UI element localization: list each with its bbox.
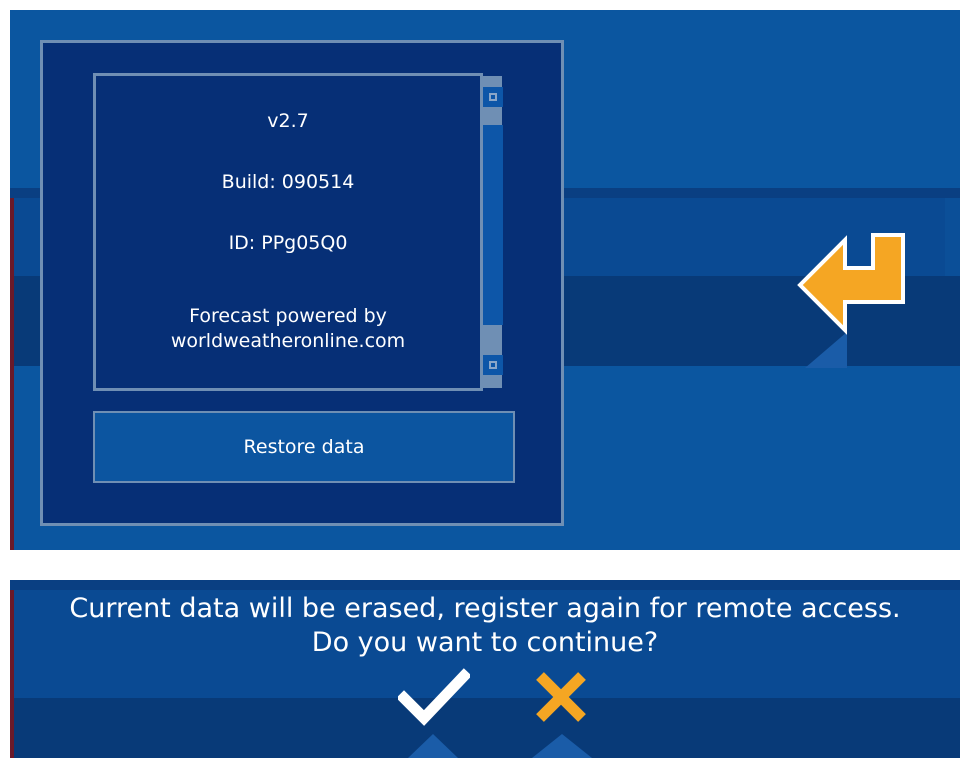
- confirm-message-line1: Current data will be erased, register ag…: [69, 593, 901, 624]
- checkmark-icon[interactable]: [398, 668, 470, 728]
- about-screen: v2.7 Build: 090514 ID: PPg05Q0 Forecast …: [10, 10, 960, 550]
- scrollbar-thumb[interactable]: [483, 125, 503, 325]
- band-edge: [945, 198, 960, 276]
- build-label: Build: 090514: [221, 171, 355, 193]
- scroll-up-button[interactable]: [483, 87, 503, 107]
- header-band: [10, 580, 960, 590]
- left-edge-strip: [10, 198, 14, 550]
- version-label: v2.7: [267, 110, 309, 132]
- lower-band: [10, 698, 960, 758]
- about-dialog: v2.7 Build: 090514 ID: PPg05Q0 Forecast …: [40, 40, 564, 526]
- confirm-message-line2: Do you want to continue?: [311, 627, 659, 658]
- forecast-label: Forecast powered by: [189, 305, 387, 327]
- id-label: ID: PPg05Q0: [228, 232, 348, 254]
- ok-pointer: [408, 734, 458, 758]
- forecast-url: worldweatheronline.com: [170, 330, 406, 352]
- scroll-down-icon: [489, 361, 497, 369]
- cancel-pointer: [532, 734, 592, 758]
- cross-icon[interactable]: [532, 668, 590, 726]
- restore-data-button[interactable]: Restore data: [93, 411, 515, 483]
- scroll-up-icon: [489, 93, 497, 101]
- return-arrow-icon[interactable]: [795, 230, 905, 340]
- info-panel: v2.7 Build: 090514 ID: PPg05Q0 Forecast …: [93, 73, 483, 391]
- confirm-message: Current data will be erased, register ag…: [10, 592, 960, 660]
- scroll-down-button[interactable]: [483, 355, 503, 375]
- info-text: v2.7 Build: 090514 ID: PPg05Q0 Forecast …: [96, 76, 480, 388]
- confirm-screen: Current data will be erased, register ag…: [10, 580, 960, 758]
